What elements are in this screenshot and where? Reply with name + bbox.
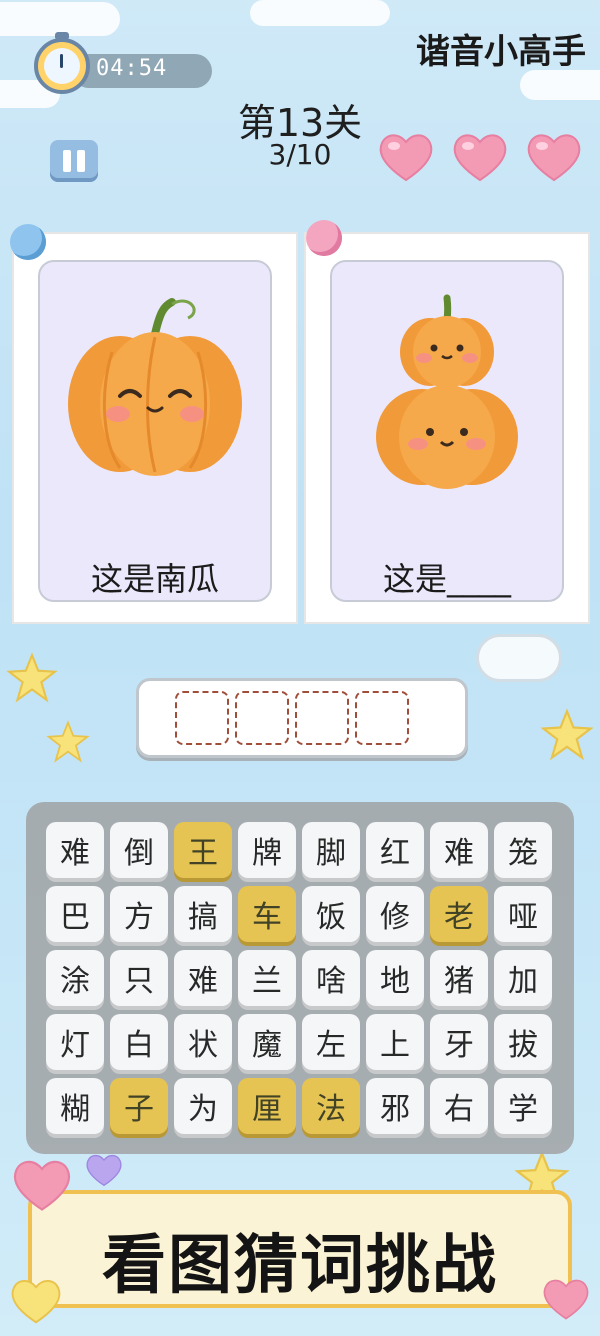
letter-tile[interactable]: 只 [110,950,168,1006]
letter-tile-used[interactable]: 子 [110,1078,168,1134]
letter-tile[interactable]: 为 [174,1078,232,1134]
letter-tile[interactable]: 右 [430,1078,488,1134]
letter-tile[interactable]: 涂 [46,950,104,1006]
banner-text: 看图猜词挑战 [102,1229,498,1303]
card-inner: 这是____ [330,260,564,602]
cloud-decor [0,2,120,36]
letter-tile[interactable]: 地 [366,950,424,1006]
letter-tile-used[interactable]: 法 [302,1078,360,1134]
timer: 04:54 [34,32,212,100]
letter-tile[interactable]: 状 [174,1014,232,1070]
star-icon [540,708,594,761]
heart-icon [524,130,584,184]
letter-tile-used[interactable]: 厘 [238,1078,296,1134]
answer-slot[interactable] [355,691,409,745]
letter-tile[interactable]: 搞 [174,886,232,942]
letter-tile[interactable]: 红 [366,822,424,878]
pushpin-icon [306,220,342,256]
letter-grid: 难 倒 王 牌 脚 红 难 笼 巴 方 搞 车 饭 修 老 哑 涂 只 难 兰 … [46,822,552,1134]
timer-text: 04:54 [96,56,168,81]
letter-tile[interactable]: 饭 [302,886,360,942]
star-icon [6,652,58,703]
card-caption: 这是南瓜 [90,560,219,598]
heart-icon [450,130,510,184]
letter-tile[interactable]: 脚 [302,822,360,878]
letter-tile[interactable]: 白 [110,1014,168,1070]
picture-card-left: 这是南瓜 [10,224,298,624]
heart-icon [86,1154,122,1187]
pause-icon [63,150,71,172]
cloud-decor [476,634,562,682]
card-inner: 这是南瓜 [38,260,272,602]
letter-tile[interactable]: 啥 [302,950,360,1006]
star-icon [46,720,90,763]
letter-tile[interactable]: 笼 [494,822,552,878]
stopwatch-icon [34,32,90,94]
letter-tile[interactable]: 加 [494,950,552,1006]
letter-tile[interactable]: 兰 [238,950,296,1006]
letter-tile[interactable]: 上 [366,1014,424,1070]
heart-icon [376,130,436,184]
challenge-banner: 看图猜词挑战 [28,1190,572,1308]
letter-tile[interactable]: 哑 [494,886,552,942]
answer-slot[interactable] [235,691,289,745]
letter-tile[interactable]: 学 [494,1078,552,1134]
letter-tile[interactable]: 巴 [46,886,104,942]
heart-icon [11,1280,61,1324]
letter-tile-used[interactable]: 王 [174,822,232,878]
letter-tile[interactable]: 猪 [430,950,488,1006]
card-caption: 这是____ [382,560,511,598]
letter-tile[interactable]: 倒 [110,822,168,878]
letter-tile[interactable]: 难 [46,822,104,878]
letter-tile[interactable]: 牙 [430,1014,488,1070]
heart-icon [543,1279,589,1320]
pumpkin-image [68,298,242,476]
letter-tile[interactable]: 方 [110,886,168,942]
answer-slot[interactable] [295,691,349,745]
letter-tile[interactable]: 灯 [46,1014,104,1070]
stacked-pumpkins-image [376,294,518,489]
heart-icon [13,1160,71,1211]
letter-tile[interactable]: 魔 [238,1014,296,1070]
letter-tile[interactable]: 左 [302,1014,360,1070]
pause-button[interactable] [50,140,98,182]
letter-tile[interactable]: 难 [174,950,232,1006]
letter-grid-panel: 难 倒 王 牌 脚 红 难 笼 巴 方 搞 车 饭 修 老 哑 涂 只 难 兰 … [26,802,574,1154]
letter-tile[interactable]: 牌 [238,822,296,878]
picture-card-right: 这是____ [304,220,590,624]
letter-tile[interactable]: 邪 [366,1078,424,1134]
answer-slot[interactable] [175,691,229,745]
letter-tile-used[interactable]: 车 [238,886,296,942]
letter-tile-used[interactable]: 老 [430,886,488,942]
pushpin-icon [10,224,46,260]
answer-box [136,678,468,758]
pause-icon [77,150,85,172]
cloud-decor [250,0,390,26]
lives [376,130,584,184]
letter-tile[interactable]: 修 [366,886,424,942]
letter-tile[interactable]: 糊 [46,1078,104,1134]
letter-tile[interactable]: 难 [430,822,488,878]
letter-tile[interactable]: 拔 [494,1014,552,1070]
app-title: 谐音小高手 [416,32,586,72]
